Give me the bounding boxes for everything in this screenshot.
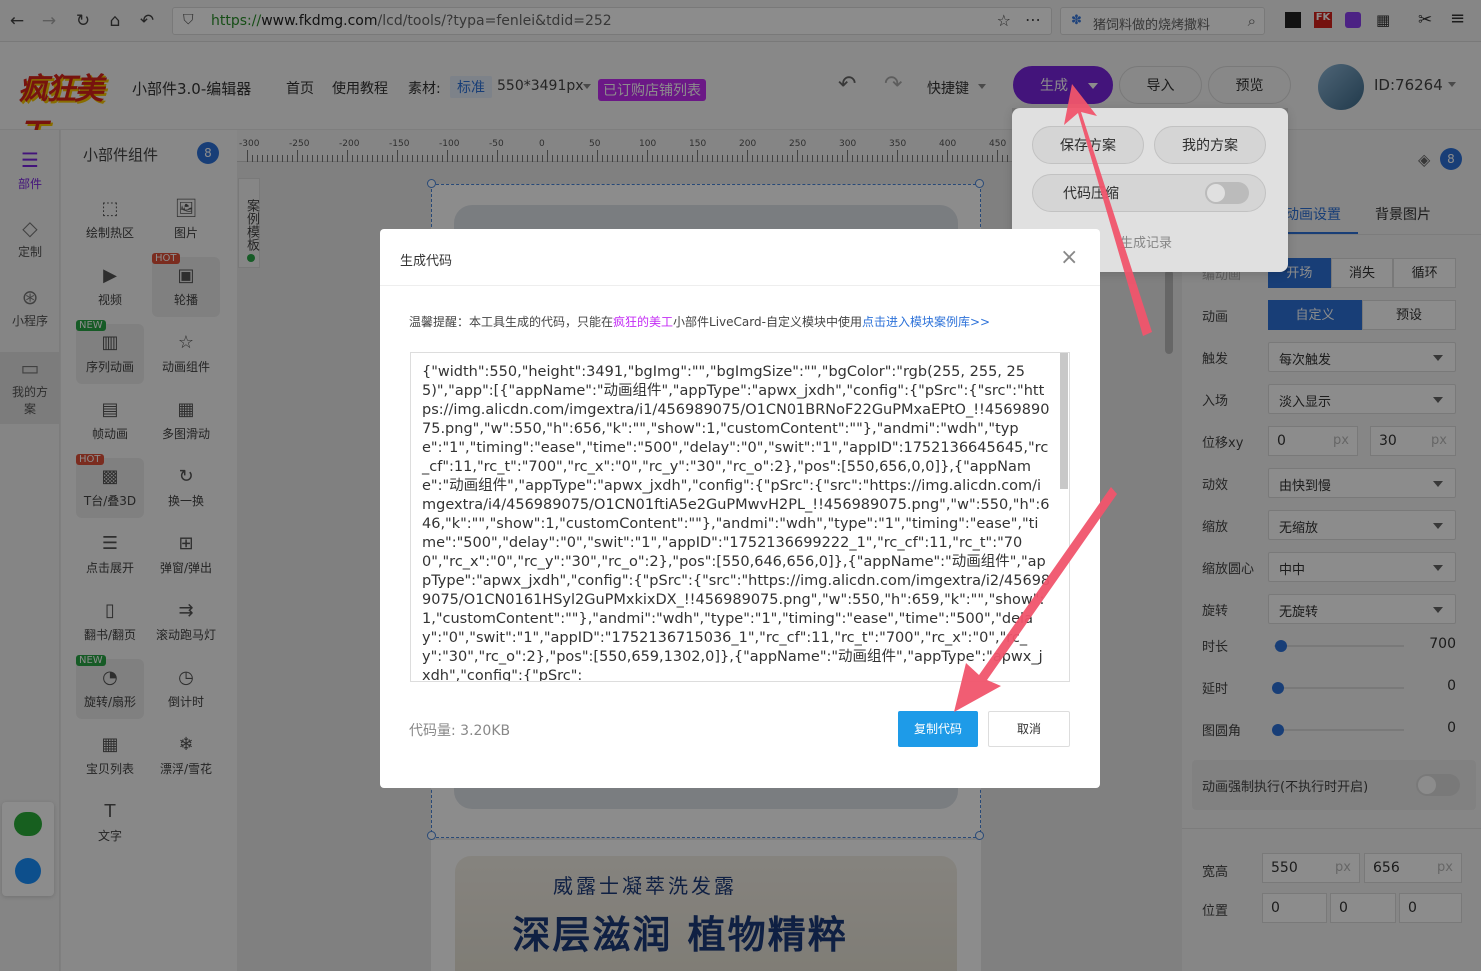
- arrow-to-generate: [1064, 84, 1152, 336]
- arrow-to-copy: [954, 487, 1117, 712]
- annotation-arrows: [954, 84, 1152, 712]
